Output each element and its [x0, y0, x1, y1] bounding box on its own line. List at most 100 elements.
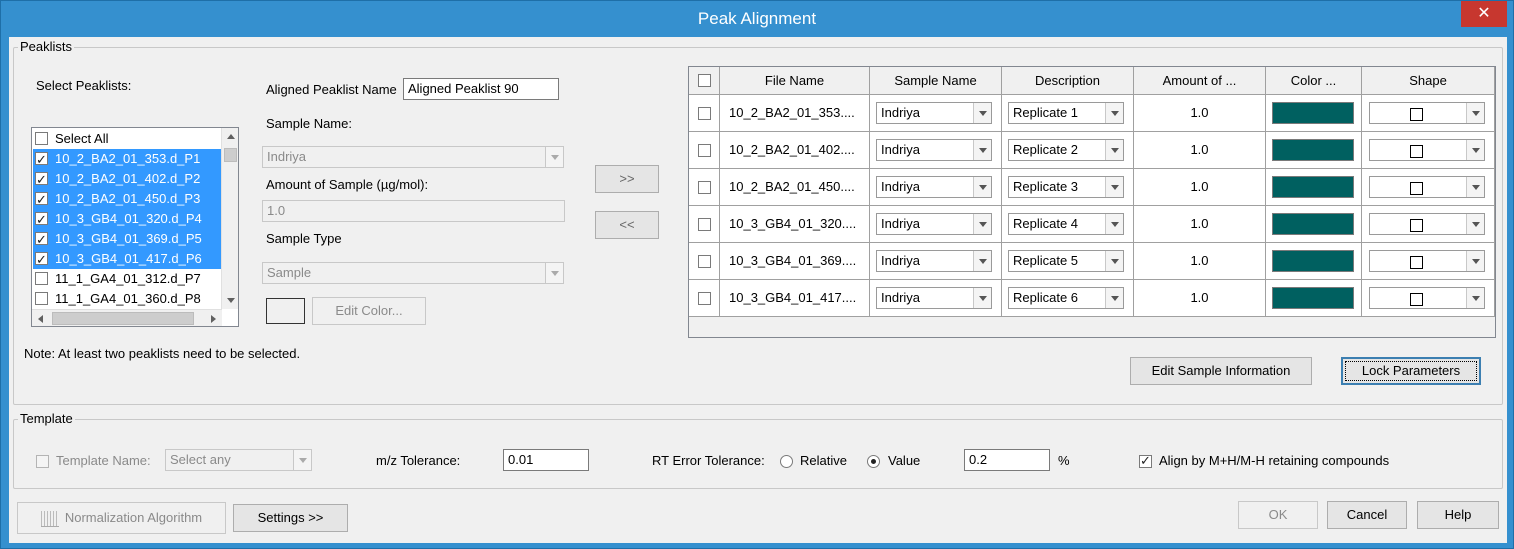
listbox-vertical-scrollbar[interactable]: [221, 128, 238, 309]
peaklist-checkbox[interactable]: [35, 170, 48, 190]
description-cell-combo[interactable]: Replicate 6: [1008, 287, 1124, 309]
grid-cell[interactable]: Replicate 3: [1002, 169, 1134, 206]
grid-cell[interactable]: [1362, 169, 1495, 206]
grid-cell[interactable]: Indriya: [870, 132, 1002, 169]
grid-cell[interactable]: [1362, 95, 1495, 132]
file-name-cell[interactable]: 10_2_BA2_01_450....: [720, 169, 870, 206]
color-swatch[interactable]: [1272, 287, 1354, 309]
shape-cell-combo[interactable]: [1369, 139, 1485, 161]
peaklist-checkbox[interactable]: [35, 272, 48, 285]
shape-cell-combo[interactable]: [1369, 213, 1485, 235]
grid-cell[interactable]: Replicate 1: [1002, 95, 1134, 132]
mz-tolerance-field[interactable]: 0.01: [503, 449, 589, 471]
lock-parameters-button[interactable]: Lock Parameters: [1341, 357, 1481, 385]
scroll-right-icon[interactable]: [205, 310, 222, 326]
settings-button[interactable]: Settings >>: [233, 504, 348, 532]
peaklist-item[interactable]: 10_2_BA2_01_450.d_P3: [33, 189, 221, 210]
description-cell-combo[interactable]: Replicate 4: [1008, 213, 1124, 235]
listbox-horizontal-scrollbar[interactable]: [32, 309, 222, 326]
grid-cell[interactable]: [1266, 169, 1362, 206]
sample-name-cell-combo[interactable]: Indriya: [876, 213, 992, 235]
column-header[interactable]: Sample Name: [870, 67, 1002, 95]
close-button[interactable]: ✕: [1461, 1, 1507, 27]
grid-cell[interactable]: Replicate 6: [1002, 280, 1134, 317]
vertical-scroll-thumb[interactable]: [224, 148, 237, 162]
add-peaklists-button[interactable]: >>: [595, 165, 659, 193]
file-name-cell[interactable]: 10_2_BA2_01_402....: [720, 132, 870, 169]
file-name-cell[interactable]: 10_3_GB4_01_369....: [720, 243, 870, 280]
column-header[interactable]: Description: [1002, 67, 1134, 95]
select-all-checkbox[interactable]: [35, 132, 48, 145]
peaklist-checkbox[interactable]: [35, 210, 48, 230]
grid-cell[interactable]: [1362, 132, 1495, 169]
header-select-all-checkbox[interactable]: [698, 74, 711, 87]
peaklist-item[interactable]: 10_2_BA2_01_402.d_P2: [33, 169, 221, 190]
row-select-checkbox[interactable]: [698, 292, 711, 305]
description-cell-combo[interactable]: Replicate 5: [1008, 250, 1124, 272]
grid-cell[interactable]: 1.0: [1134, 280, 1266, 317]
grid-cell[interactable]: 1.0: [1134, 243, 1266, 280]
horizontal-scroll-thumb[interactable]: [52, 312, 194, 325]
sample-grid[interactable]: File Name Sample Name Description Amount of…: [688, 66, 1496, 338]
shape-cell-combo[interactable]: [1369, 102, 1485, 124]
scroll-down-icon[interactable]: [222, 292, 238, 309]
peaklist-checkbox[interactable]: [35, 292, 48, 305]
color-swatch[interactable]: [1272, 176, 1354, 198]
peaklist-listbox[interactable]: Select All 10_2_BA2_01_353.d_P1 10_2_BA2_0…: [31, 127, 239, 327]
grid-cell[interactable]: 1.0: [1134, 206, 1266, 243]
grid-cell[interactable]: 1.0: [1134, 132, 1266, 169]
peaklist-checkbox[interactable]: [35, 230, 48, 250]
remove-peaklists-button[interactable]: <<: [595, 211, 659, 239]
peaklist-item[interactable]: 10_3_GB4_01_369.d_P5: [33, 229, 221, 250]
select-all-item[interactable]: Select All: [33, 129, 221, 149]
peaklist-checkbox[interactable]: [35, 190, 48, 210]
grid-cell[interactable]: [1266, 95, 1362, 132]
description-cell-combo[interactable]: Replicate 2: [1008, 139, 1124, 161]
grid-cell[interactable]: Indriya: [870, 243, 1002, 280]
color-swatch[interactable]: [1272, 213, 1354, 235]
color-swatch[interactable]: [1272, 250, 1354, 272]
peaklist-item[interactable]: 10_3_GB4_01_320.d_P4: [33, 209, 221, 230]
row-select-checkbox[interactable]: [698, 181, 711, 194]
row-select-checkbox[interactable]: [698, 255, 711, 268]
header-select-all-cell[interactable]: [689, 67, 720, 95]
grid-cell[interactable]: Indriya: [870, 169, 1002, 206]
sample-name-cell-combo[interactable]: Indriya: [876, 250, 992, 272]
grid-cell[interactable]: 1.0: [1134, 95, 1266, 132]
grid-cell[interactable]: Indriya: [870, 280, 1002, 317]
row-select-cell[interactable]: [689, 206, 720, 243]
row-select-cell[interactable]: [689, 243, 720, 280]
grid-cell[interactable]: Replicate 5: [1002, 243, 1134, 280]
grid-cell[interactable]: [1362, 280, 1495, 317]
sample-name-cell-combo[interactable]: Indriya: [876, 139, 992, 161]
peaklist-item[interactable]: 11_1_GA4_01_312.d_P7: [33, 269, 221, 289]
file-name-cell[interactable]: 10_3_GB4_01_417....: [720, 280, 870, 317]
peaklist-item[interactable]: 10_2_BA2_01_353.d_P1: [33, 149, 221, 170]
align-checkbox[interactable]: [1139, 453, 1152, 469]
row-select-checkbox[interactable]: [698, 144, 711, 157]
grid-cell[interactable]: Indriya: [870, 95, 1002, 132]
grid-cell[interactable]: Indriya: [870, 206, 1002, 243]
row-select-cell[interactable]: [689, 280, 720, 317]
column-header[interactable]: Amount of ...: [1134, 67, 1266, 95]
rt-tolerance-field[interactable]: 0.2: [964, 449, 1050, 471]
scroll-left-icon[interactable]: [32, 310, 49, 326]
shape-cell-combo[interactable]: [1369, 287, 1485, 309]
peaklist-item[interactable]: 11_1_GA4_01_360.d_P8: [33, 289, 221, 309]
shape-cell-combo[interactable]: [1369, 250, 1485, 272]
cancel-button[interactable]: Cancel: [1327, 501, 1407, 529]
aligned-name-field[interactable]: Aligned Peaklist 90: [403, 78, 559, 100]
row-select-cell[interactable]: [689, 132, 720, 169]
grid-cell[interactable]: [1362, 243, 1495, 280]
shape-cell-combo[interactable]: [1369, 176, 1485, 198]
help-button[interactable]: Help: [1417, 501, 1499, 529]
edit-sample-info-button[interactable]: Edit Sample Information: [1130, 357, 1312, 385]
file-name-cell[interactable]: 10_3_GB4_01_320....: [720, 206, 870, 243]
peaklist-item[interactable]: 10_3_GB4_01_417.d_P6: [33, 249, 221, 270]
sample-name-cell-combo[interactable]: Indriya: [876, 287, 992, 309]
scroll-up-icon[interactable]: [222, 128, 238, 145]
grid-cell[interactable]: Replicate 2: [1002, 132, 1134, 169]
grid-cell[interactable]: [1362, 206, 1495, 243]
column-header[interactable]: Shape: [1362, 67, 1495, 95]
row-select-checkbox[interactable]: [698, 218, 711, 231]
